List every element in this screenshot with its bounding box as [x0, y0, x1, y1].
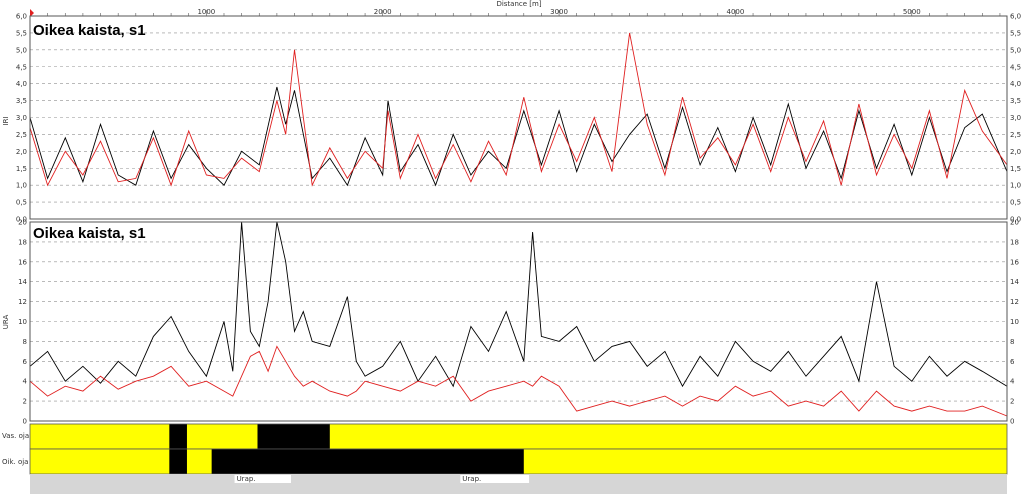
distance-tick-label: 1000	[197, 8, 215, 16]
iri-y-tick-right: 1,0	[1010, 182, 1021, 190]
ura-y-tick-left: 10	[18, 318, 27, 326]
urap-label: Urap.	[237, 475, 256, 483]
iri-y-tick-right: 5,0	[1010, 46, 1021, 54]
iri-y-tick-right: 2,5	[1010, 131, 1021, 139]
ura-y-tick-left: 16	[18, 258, 27, 266]
distance-axis-label: Distance [m]	[496, 0, 541, 8]
iri-y-tick-left: 3,5	[16, 97, 27, 105]
ura-y-tick-right: 6	[1010, 358, 1015, 366]
band-label-vas-oja: Vas. oja	[2, 432, 29, 440]
ura-y-tick-right: 4	[1010, 378, 1015, 386]
ura-y-tick-right: 14	[1010, 278, 1019, 286]
iri-y-tick-left: 1,5	[16, 165, 27, 173]
iri-y-tick-right: 6,0	[1010, 13, 1021, 21]
iri-y-tick-right: 3,5	[1010, 97, 1021, 105]
iri-y-tick-right: 1,5	[1010, 165, 1021, 173]
band-black-segment	[169, 449, 187, 474]
ura-y-tick-right: 20	[1010, 219, 1019, 227]
ura-y-tick-left: 2	[23, 398, 27, 406]
distance-tick-label: 2000	[374, 8, 392, 16]
ura-y-tick-left: 12	[18, 298, 27, 306]
iri-y-tick-right: 4,0	[1010, 80, 1021, 88]
ura-y-tick-right: 0	[1010, 418, 1014, 426]
ura-y-tick-left: 20	[18, 219, 27, 227]
iri-y-tick-right: 5,5	[1010, 29, 1021, 37]
ura-y-tick-right: 12	[1010, 298, 1019, 306]
ura-y-tick-right: 8	[1010, 338, 1014, 346]
ura-y-tick-right: 2	[1010, 398, 1014, 406]
urap-label: Urap.	[462, 475, 481, 483]
ura-y-tick-left: 0	[23, 418, 27, 426]
road-condition-viewer: 1000 2000 3000 4000 5000 Distance [m] 0,0 0,0…	[0, 0, 1023, 495]
distance-tick-label: 5000	[903, 8, 921, 16]
iri-y-axis-label: IRI	[2, 117, 10, 126]
iri-y-tick-right: 2,0	[1010, 148, 1021, 156]
distance-tick-label: 4000	[727, 8, 745, 16]
ura-y-tick-left: 18	[18, 238, 27, 246]
iri-y-tick-right: 3,0	[1010, 114, 1021, 122]
ura-y-tick-right: 16	[1010, 258, 1019, 266]
band-black-segment	[211, 449, 524, 474]
iri-y-tick-right: 4,5	[1010, 63, 1021, 71]
ura-y-tick-left: 14	[18, 278, 27, 286]
ura-y-tick-left: 4	[23, 378, 28, 386]
iri-y-tick-left: 0,5	[16, 199, 27, 207]
iri-y-tick-left: 6,0	[16, 13, 27, 21]
distance-tick-label: 3000	[550, 8, 568, 16]
iri-y-tick-left: 3,0	[16, 114, 27, 122]
iri-y-tick-left: 4,0	[16, 80, 27, 88]
iri-y-tick-right: 0,5	[1010, 199, 1021, 207]
band-label-oik-oja: Oik. oja	[2, 458, 28, 466]
road-profile-chart: 1000 2000 3000 4000 5000 Distance [m] 0,0 0,0…	[0, 0, 1023, 495]
band-black-segment	[257, 424, 330, 449]
ura-chart-title: Oikea kaista, s1	[33, 225, 146, 242]
iri-y-tick-left: 5,0	[16, 46, 27, 54]
ura-y-tick-left: 6	[23, 358, 28, 366]
iri-y-tick-left: 1,0	[16, 182, 27, 190]
ura-y-tick-right: 18	[1010, 238, 1019, 246]
iri-y-tick-left: 4,5	[16, 63, 27, 71]
iri-y-tick-left: 2,0	[16, 148, 27, 156]
ura-y-tick-right: 10	[1010, 318, 1019, 326]
iri-y-tick-left: 5,5	[16, 29, 27, 37]
ura-y-tick-left: 8	[23, 338, 27, 346]
band-black-segment	[169, 424, 187, 449]
iri-chart-title: Oikea kaista, s1	[33, 22, 146, 39]
ura-y-axis-label: URA	[2, 315, 10, 330]
ditch-bands	[29, 423, 1008, 475]
iri-y-tick-left: 2,5	[16, 131, 27, 139]
